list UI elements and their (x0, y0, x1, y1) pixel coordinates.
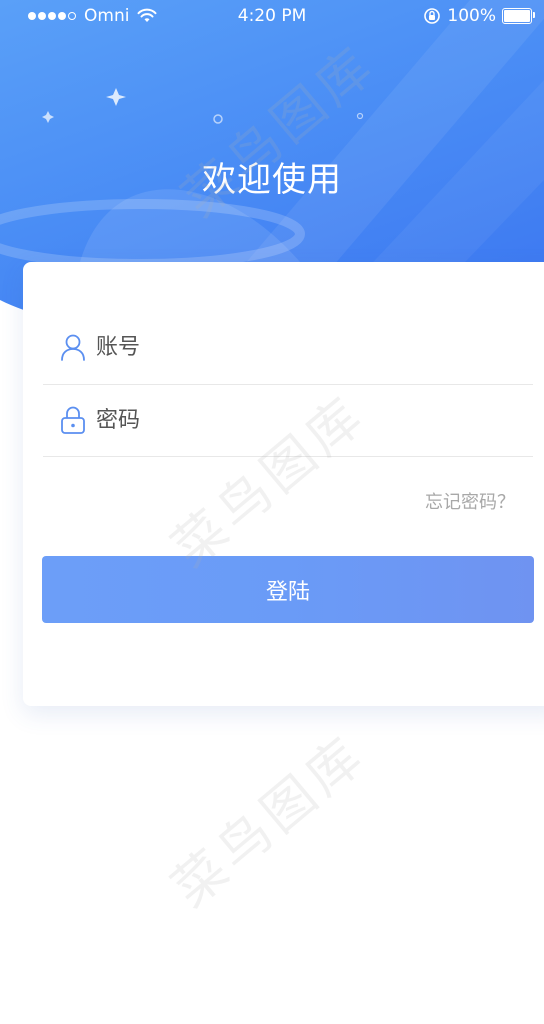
login-button[interactable]: 登陆 (42, 556, 534, 623)
battery-icon (502, 8, 535, 24)
orientation-lock-icon (424, 8, 441, 24)
login-card: 忘记密码？ 登陆 (23, 262, 544, 706)
forgot-password-link[interactable]: 忘记密码？ (425, 488, 515, 514)
account-field[interactable] (43, 310, 533, 385)
user-icon (60, 332, 86, 362)
battery-label: 100% (447, 6, 496, 26)
status-right: 100% (423, 6, 535, 26)
status-bar: Omni 4:20 PM 100% (0, 0, 544, 34)
watermark: 菜鸟图库 (161, 724, 378, 920)
account-input[interactable] (96, 334, 496, 360)
lock-icon (60, 405, 86, 435)
page-title: 欢迎使用 (202, 160, 342, 200)
password-input[interactable] (96, 407, 496, 433)
password-field[interactable] (43, 384, 533, 457)
